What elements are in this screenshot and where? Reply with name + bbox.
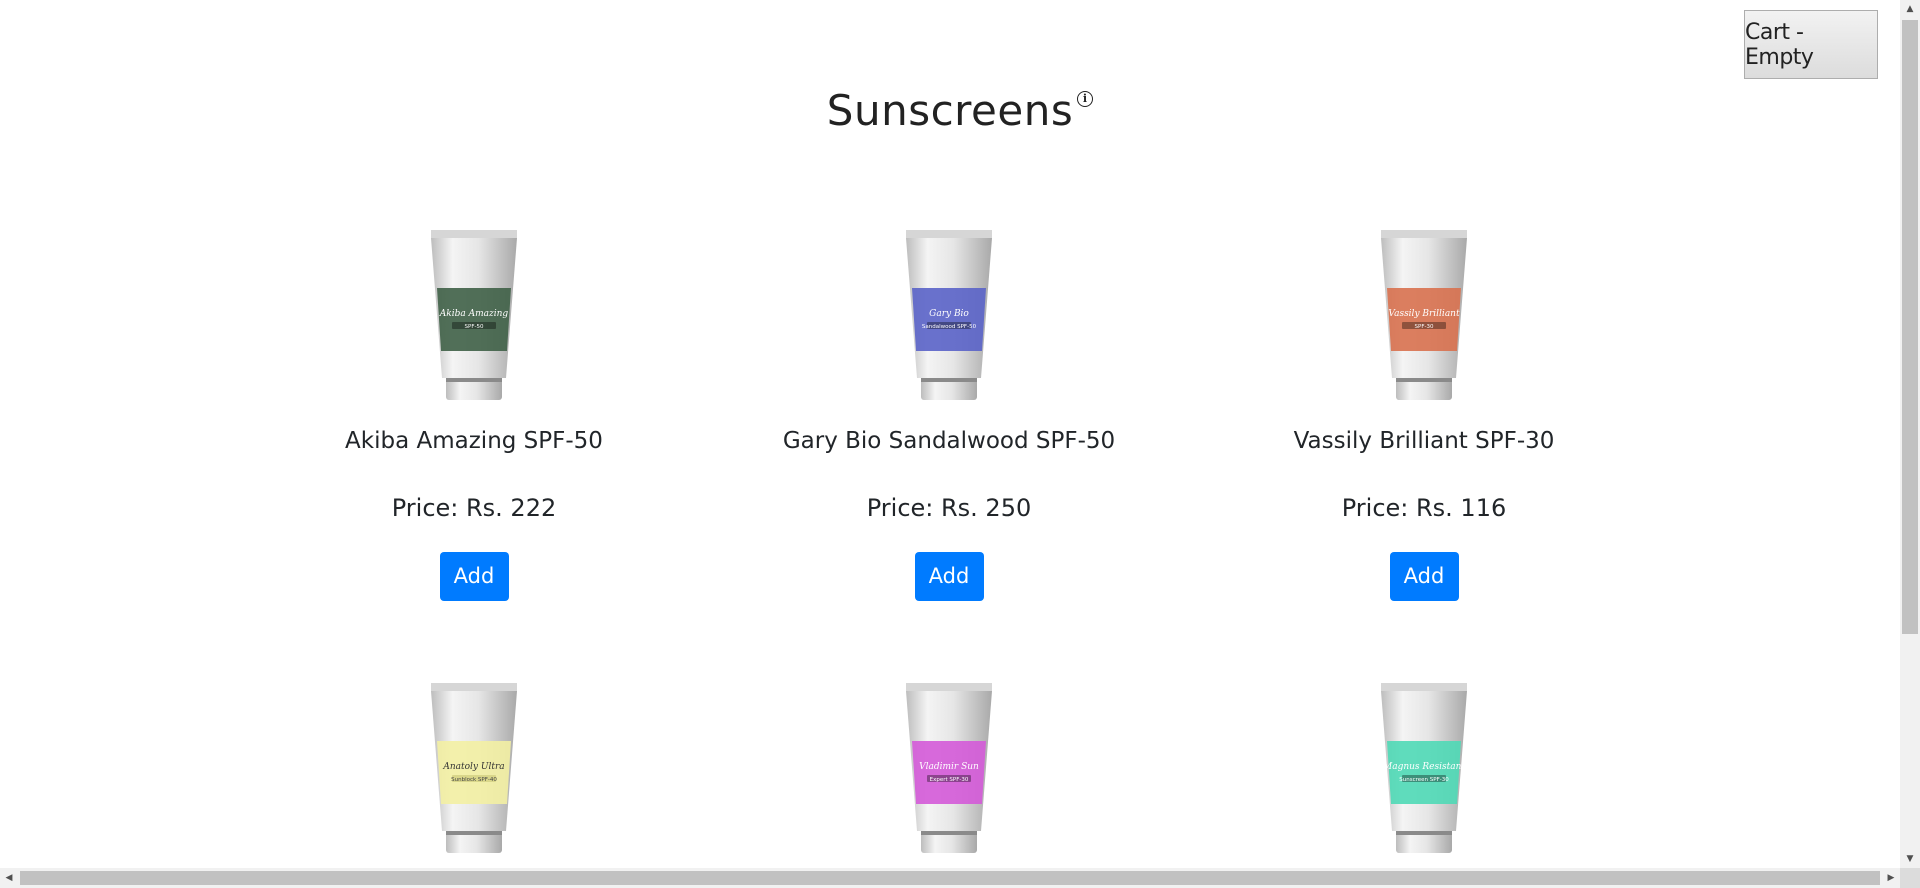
horizontal-scroll-thumb[interactable] bbox=[20, 871, 1880, 885]
tube-label bbox=[1387, 741, 1461, 804]
product-image: Anatoly Ultra Sunblock SPF-40 bbox=[431, 683, 517, 853]
scrollbar-corner bbox=[1900, 868, 1920, 888]
scroll-up-arrow-icon[interactable]: ▲ bbox=[1900, 0, 1920, 18]
product-card: Magnus Resistant Sunscreen SPF-30 bbox=[1224, 681, 1624, 859]
vertical-scrollbar[interactable]: ▲ ▼ bbox=[1900, 0, 1920, 868]
tube-label-brand: Magnus Resistant bbox=[1382, 762, 1465, 772]
info-icon[interactable]: i bbox=[1077, 91, 1094, 107]
tube-label-spf: Sunscreen SPF-30 bbox=[1399, 777, 1449, 783]
product-image: Vladimir Sun Expert SPF-30 bbox=[906, 683, 992, 853]
title-area: Sunscreens i bbox=[0, 86, 1900, 135]
product-card: Anatoly Ultra Sunblock SPF-40 bbox=[274, 681, 674, 859]
tube-cap-ring bbox=[446, 831, 502, 835]
product-image: Akiba Amazing SPF-50 bbox=[431, 230, 517, 400]
scroll-right-arrow-icon[interactable]: ▶ bbox=[1882, 868, 1900, 888]
tube-label-spf: SPF-30 bbox=[1415, 324, 1434, 330]
tube-label-brand: Vassily Brilliant bbox=[1388, 309, 1460, 319]
page-viewport: Cart - Empty Sunscreens i Akiba Amazing S… bbox=[0, 0, 1900, 868]
tube-label-brand: Gary Bio bbox=[929, 309, 969, 319]
tube-crimp bbox=[1381, 230, 1467, 238]
product-card: Vassily Brilliant SPF-30 Vassily Brillian… bbox=[1224, 228, 1624, 601]
product-card: Gary Bio Sandalwood SPF-50 Gary Bio Sanda… bbox=[749, 228, 1149, 601]
tube-label bbox=[1387, 288, 1461, 351]
product-image: Vassily Brilliant SPF-30 bbox=[1381, 230, 1467, 400]
tube-crimp bbox=[906, 230, 992, 238]
tube-label-brand: Vladimir Sun bbox=[919, 762, 979, 772]
product-price: Price: Rs. 222 bbox=[391, 494, 557, 522]
tube-cap-ring bbox=[921, 831, 977, 835]
product-name: Gary Bio Sandalwood SPF-50 bbox=[782, 428, 1116, 454]
tube-cap-ring bbox=[921, 378, 977, 382]
product-card: Vladimir Sun Expert SPF-30 bbox=[749, 681, 1149, 859]
cart-button[interactable]: Cart - Empty bbox=[1744, 10, 1878, 79]
add-button[interactable]: Add bbox=[439, 552, 509, 601]
tube-label-spf: Sunblock SPF-40 bbox=[451, 777, 497, 783]
page-title-text: Sunscreens bbox=[826, 86, 1074, 135]
horizontal-scrollbar[interactable]: ◀ ▶ bbox=[0, 868, 1900, 888]
tube-label-spf: Expert SPF-30 bbox=[930, 777, 969, 783]
add-button[interactable]: Add bbox=[1389, 552, 1459, 601]
tube-crimp bbox=[1381, 683, 1467, 691]
scroll-down-arrow-icon[interactable]: ▼ bbox=[1900, 850, 1920, 868]
tube-crimp bbox=[906, 683, 992, 691]
tube-cap-ring bbox=[1396, 378, 1452, 382]
tube-label-brand: Anatoly Ultra bbox=[442, 762, 504, 772]
tube-label-spf: Sandalwood SPF-50 bbox=[922, 324, 977, 330]
product-card: Akiba Amazing SPF-50 Akiba Amazing SPF-50… bbox=[274, 228, 674, 601]
tube-label bbox=[437, 741, 511, 804]
tube-label-spf: SPF-50 bbox=[465, 324, 484, 330]
tube-label bbox=[437, 288, 511, 351]
tube-label bbox=[912, 288, 986, 351]
product-name: Akiba Amazing SPF-50 bbox=[345, 428, 603, 454]
add-button[interactable]: Add bbox=[914, 552, 984, 601]
tube-cap-ring bbox=[446, 378, 502, 382]
product-price: Price: Rs. 116 bbox=[1341, 494, 1507, 522]
product-image: Magnus Resistant Sunscreen SPF-30 bbox=[1381, 683, 1467, 853]
tube-crimp bbox=[431, 683, 517, 691]
product-price: Price: Rs. 250 bbox=[866, 494, 1032, 522]
tube-crimp bbox=[431, 230, 517, 238]
vertical-scroll-thumb[interactable] bbox=[1902, 20, 1918, 634]
product-image: Gary Bio Sandalwood SPF-50 bbox=[906, 230, 992, 400]
tube-cap-ring bbox=[1396, 831, 1452, 835]
scroll-left-arrow-icon[interactable]: ◀ bbox=[0, 868, 18, 888]
page-title: Sunscreens i bbox=[826, 86, 1094, 135]
tube-label-brand: Akiba Amazing bbox=[439, 309, 509, 319]
tube-label bbox=[912, 741, 986, 804]
product-name: Vassily Brilliant SPF-30 bbox=[1293, 428, 1555, 454]
